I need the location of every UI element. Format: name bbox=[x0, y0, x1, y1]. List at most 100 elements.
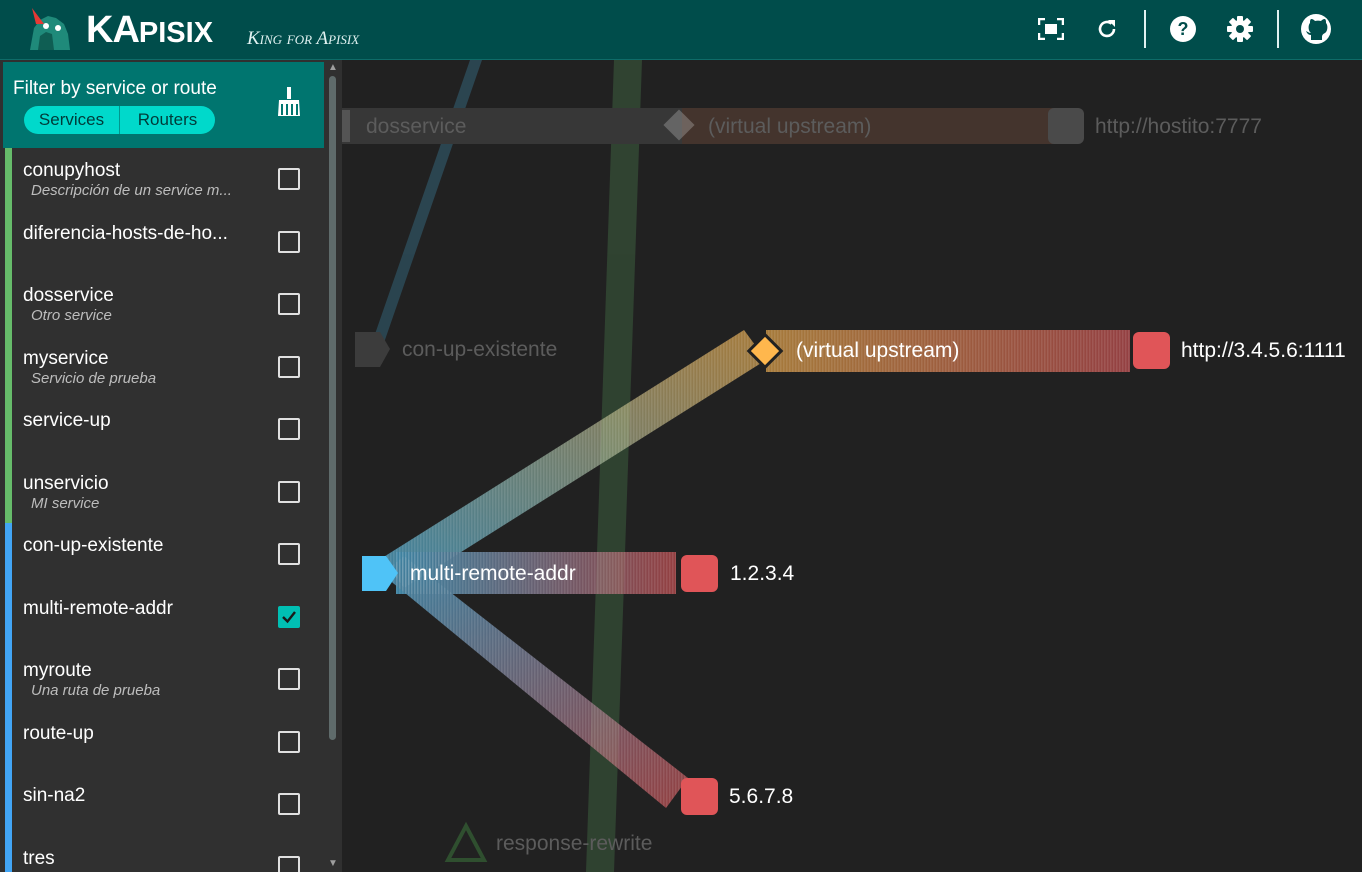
item-name: dosservice bbox=[23, 285, 114, 306]
kong-logo-icon bbox=[24, 6, 74, 57]
route-list-item[interactable]: route-up bbox=[0, 710, 324, 773]
scroll-down-arrow[interactable]: ▼ bbox=[328, 858, 338, 869]
sidebar: Filter by service or route Services Rout… bbox=[0, 60, 324, 872]
service-color-bar bbox=[5, 398, 12, 461]
settings-button[interactable] bbox=[1222, 11, 1258, 47]
item-checkbox[interactable] bbox=[278, 730, 300, 753]
faded-plugin-node[interactable] bbox=[444, 821, 488, 862]
item-checkbox[interactable] bbox=[278, 793, 300, 815]
item-description: Otro service bbox=[31, 307, 112, 324]
route-color-bar bbox=[5, 523, 12, 586]
item-name: con-up-existente bbox=[23, 535, 164, 556]
item-checkbox[interactable] bbox=[278, 293, 300, 315]
service-list-item[interactable]: conupyhost Descripción de un service m... bbox=[0, 148, 324, 211]
route-list-item[interactable]: tres bbox=[0, 835, 324, 872]
refresh-icon bbox=[1098, 20, 1116, 38]
item-name: unservicio bbox=[23, 472, 109, 494]
item-description: Descripción de un service m... bbox=[31, 182, 232, 199]
route-list-item[interactable]: myroute Una ruta de prueba bbox=[0, 648, 324, 711]
service-color-bar bbox=[5, 148, 12, 211]
target-b-node[interactable] bbox=[681, 778, 718, 815]
header-divider bbox=[1277, 10, 1279, 48]
service-list-item[interactable]: unservicio MI service bbox=[0, 460, 324, 523]
item-name: service-up bbox=[23, 410, 111, 431]
target-a-node[interactable] bbox=[681, 555, 718, 592]
route-color-bar bbox=[5, 835, 12, 872]
faded-dosservice-label[interactable]: dosservice bbox=[366, 115, 466, 138]
fullscreen-icon bbox=[1038, 18, 1064, 40]
service-route-list: conupyhost Descripción de un service m...… bbox=[0, 148, 324, 872]
faded-response-rewrite-label[interactable]: response-rewrite bbox=[496, 832, 652, 855]
filter-title: Filter by service or route bbox=[13, 78, 217, 99]
app-brand: KAPISIX bbox=[86, 9, 214, 51]
item-name: conupyhost bbox=[23, 160, 121, 181]
github-button[interactable] bbox=[1298, 11, 1334, 47]
item-name: tres bbox=[23, 847, 55, 869]
target-upstream-label[interactable]: http://3.4.5.6:1111 bbox=[1181, 339, 1346, 362]
item-name: myroute bbox=[23, 660, 92, 681]
item-name: multi-remote-addr bbox=[23, 597, 173, 619]
service-color-bar bbox=[5, 273, 12, 336]
faded-hostito-node[interactable] bbox=[1048, 108, 1084, 144]
service-list-item[interactable]: service-up bbox=[0, 398, 324, 461]
route-label[interactable]: multi-remote-addr bbox=[410, 562, 576, 585]
item-name: diferencia-hosts-de-ho... bbox=[23, 222, 228, 244]
faded-dosservice-node bbox=[342, 110, 350, 142]
target-b-label[interactable]: 5.6.7.8 bbox=[729, 785, 793, 808]
route-color-bar bbox=[5, 773, 12, 836]
routers-toggle-button[interactable]: Routers bbox=[120, 106, 215, 134]
topology-graph[interactable]: dosservice (virtual upstream) http://hos… bbox=[342, 60, 1362, 872]
item-checkbox[interactable] bbox=[278, 418, 300, 440]
item-checkbox[interactable] bbox=[278, 355, 300, 378]
service-color-bar bbox=[5, 335, 12, 398]
route-list-item[interactable]: multi-remote-addr bbox=[0, 585, 324, 648]
target-upstream-node[interactable] bbox=[1133, 332, 1170, 369]
item-description: Una ruta de prueba bbox=[31, 682, 161, 699]
faded-virtual-upstream-label[interactable]: (virtual upstream) bbox=[708, 115, 871, 138]
scroll-thumb[interactable] bbox=[329, 76, 336, 740]
item-description: MI service bbox=[31, 494, 100, 512]
service-list-item[interactable]: myservice Servicio de prueba bbox=[0, 335, 324, 398]
route-color-bar bbox=[5, 710, 12, 773]
services-toggle-button[interactable]: Services bbox=[24, 106, 119, 134]
app-tagline: King for Apisix bbox=[247, 28, 360, 49]
help-icon: ? bbox=[1170, 16, 1196, 42]
gear-icon bbox=[1227, 16, 1253, 42]
service-list-item[interactable]: diferencia-hosts-de-ho... bbox=[0, 210, 324, 273]
help-button[interactable]: ? bbox=[1165, 11, 1201, 47]
route-list-item[interactable]: sin-na2 bbox=[0, 773, 324, 836]
target-a-label[interactable]: 1.2.3.4 bbox=[730, 562, 795, 585]
route-list-item[interactable]: con-up-existente bbox=[0, 523, 324, 586]
broom-icon bbox=[278, 87, 300, 116]
service-color-bar bbox=[5, 460, 12, 523]
item-name: route-up bbox=[23, 722, 94, 744]
item-checkbox[interactable] bbox=[278, 605, 300, 628]
item-checkbox[interactable] bbox=[278, 543, 300, 565]
item-checkbox[interactable] bbox=[278, 668, 300, 690]
item-name: sin-na2 bbox=[23, 785, 86, 806]
item-checkbox[interactable] bbox=[278, 855, 300, 872]
svg-text:?: ? bbox=[1178, 19, 1189, 39]
item-checkbox[interactable] bbox=[278, 230, 300, 253]
item-name: myservice bbox=[23, 347, 109, 369]
item-checkbox[interactable] bbox=[278, 168, 300, 190]
filter-panel: Filter by service or route Services Rout… bbox=[3, 62, 324, 148]
app-header: KAPISIX King for Apisix ? bbox=[0, 0, 1362, 60]
service-list-item[interactable]: dosservice Otro service bbox=[0, 273, 324, 336]
filter-type-toggle: Services Routers bbox=[24, 106, 215, 134]
fullscreen-button[interactable] bbox=[1033, 11, 1069, 47]
github-icon bbox=[1301, 14, 1331, 44]
sidebar-scrollbar[interactable]: ▲ ▼ bbox=[324, 60, 342, 872]
virtual-upstream-label[interactable]: (virtual upstream) bbox=[796, 339, 959, 362]
route-color-bar bbox=[5, 648, 12, 711]
item-checkbox[interactable] bbox=[278, 480, 300, 503]
refresh-button[interactable] bbox=[1089, 11, 1125, 47]
faded-edges bbox=[342, 60, 1062, 872]
faded-con-up-existente-label[interactable]: con-up-existente bbox=[402, 338, 557, 361]
scroll-up-arrow[interactable]: ▲ bbox=[328, 62, 338, 73]
faded-hostito-label[interactable]: http://hostito:7777 bbox=[1095, 115, 1262, 138]
item-description: Servicio de prueba bbox=[31, 369, 157, 387]
header-divider bbox=[1144, 10, 1146, 48]
service-color-bar bbox=[5, 210, 12, 273]
clear-filter-button[interactable] bbox=[276, 86, 302, 123]
